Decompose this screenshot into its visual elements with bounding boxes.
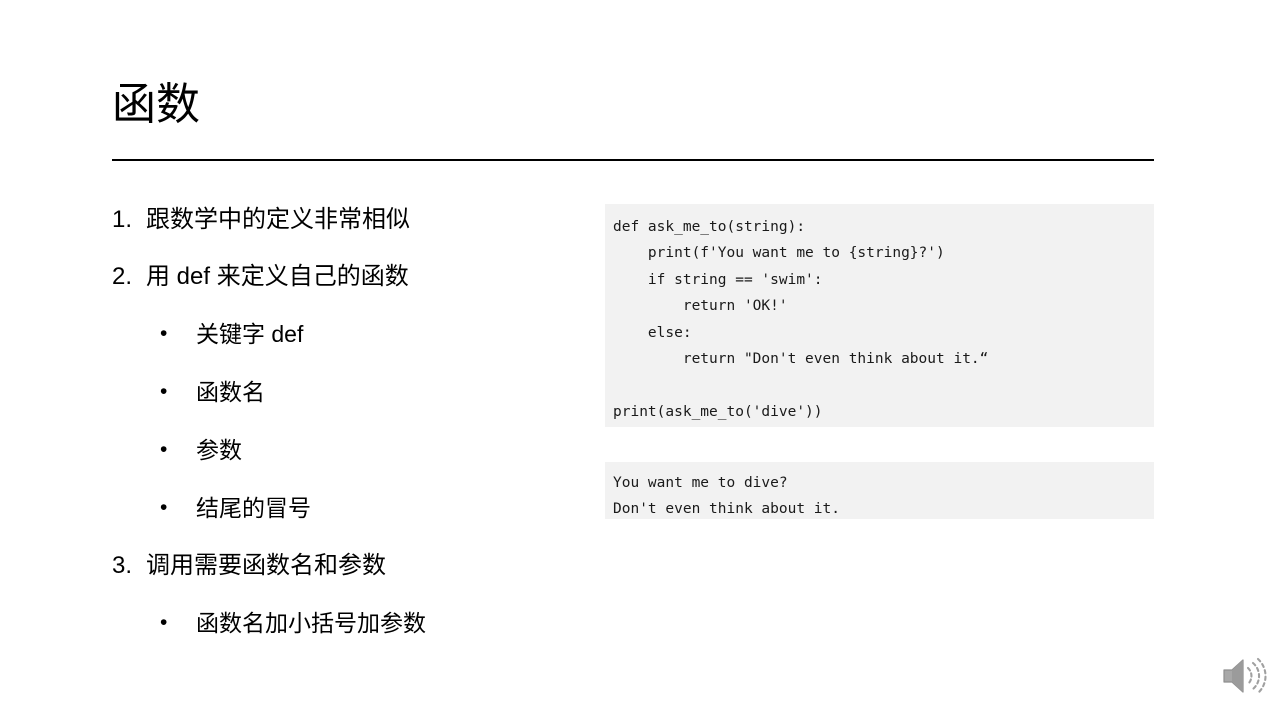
list-item: 2. 用 def 来定义自己的函数 (112, 257, 582, 314)
list-item: • 结尾的冒号 (112, 488, 582, 546)
bullet-icon: • (160, 322, 168, 345)
list-item: 3. 调用需要函数名和参数 (112, 546, 582, 603)
list-item-marker: 2. (112, 263, 133, 290)
list-item: • 函数名加小括号加参数 (112, 603, 582, 661)
list-item: 1. 跟数学中的定义非常相似 (112, 200, 582, 257)
code-output-block: You want me to dive? Don't even think ab… (605, 462, 1154, 519)
slide-canvas: 函数 1. 跟数学中的定义非常相似 2. 用 def 来定义自己的函数 • 关键… (0, 0, 1280, 720)
bullet-icon: • (160, 380, 168, 403)
bullet-icon: • (160, 496, 168, 519)
list-item: • 关键字 def (112, 314, 582, 372)
bullet-icon: • (160, 438, 168, 461)
page-title: 函数 (112, 80, 200, 129)
speaker-audio-icon[interactable] (1216, 650, 1268, 702)
title-divider (112, 159, 1154, 161)
list-item-label: 跟数学中的定义非常相似 (146, 206, 410, 233)
list-item-label: 函数名 (196, 379, 265, 405)
list-item-label: 用 def 来定义自己的函数 (146, 263, 409, 290)
list-item: • 函数名 (112, 372, 582, 430)
code-block-text: def ask_me_to(string): print(f'You want … (613, 219, 989, 420)
list-item-label: 关键字 def (196, 321, 304, 347)
list-item-label: 函数名加小括号加参数 (196, 610, 426, 636)
code-block: def ask_me_to(string): print(f'You want … (605, 204, 1154, 427)
list-item-label: 结尾的冒号 (196, 495, 311, 521)
outline-list: 1. 跟数学中的定义非常相似 2. 用 def 来定义自己的函数 • 关键字 d… (112, 200, 582, 661)
bullet-icon: • (160, 611, 168, 634)
list-item-label: 参数 (196, 437, 242, 463)
list-item: • 参数 (112, 430, 582, 488)
list-item-label: 调用需要函数名和参数 (146, 552, 386, 579)
list-item-marker: 1. (112, 206, 133, 233)
list-item-marker: 3. (112, 552, 133, 579)
code-output-text: You want me to dive? Don't even think ab… (613, 475, 840, 518)
